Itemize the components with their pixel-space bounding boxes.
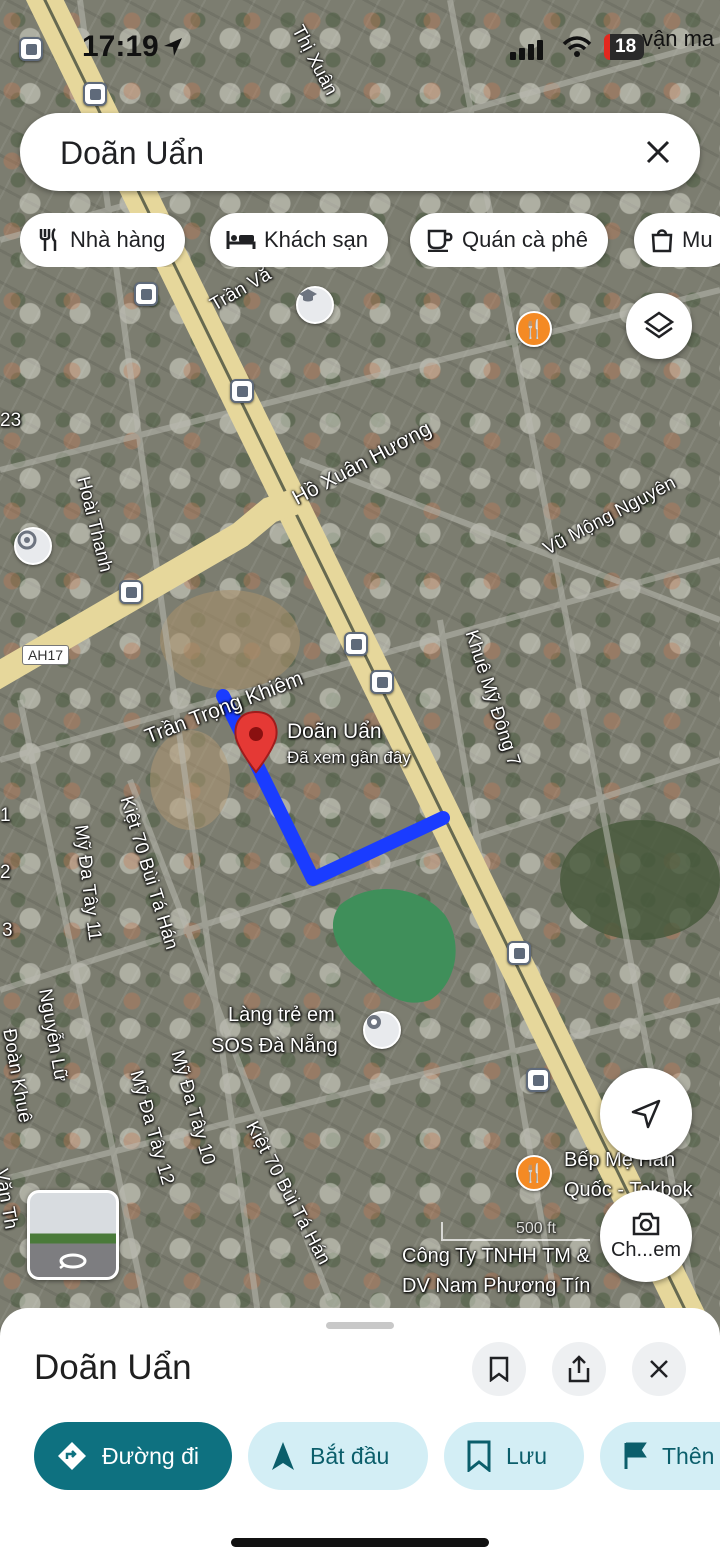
place-pin-icon[interactable] — [234, 710, 278, 774]
close-icon — [650, 1360, 668, 1378]
directions-button[interactable]: Đường đi — [34, 1422, 232, 1490]
bus-stop-icon[interactable] — [526, 1068, 550, 1092]
hotel-icon — [226, 231, 256, 249]
landmark-poi-icon[interactable] — [14, 527, 52, 565]
bus-stop-icon[interactable] — [230, 379, 254, 403]
status-bar: 17:19 18 vận ma — [0, 0, 720, 96]
location-arrow-icon — [164, 38, 182, 56]
close-sheet-button[interactable] — [632, 1342, 686, 1396]
directions-icon — [58, 1442, 86, 1470]
status-carrier: vận ma — [642, 26, 715, 51]
chip-restaurants[interactable]: Nhà hàng — [20, 213, 186, 267]
chip-hotels[interactable]: Khách sạn — [210, 213, 388, 267]
bus-stop-icon[interactable] — [370, 670, 394, 694]
share-icon — [568, 1355, 590, 1383]
action-buttons: Đường đi Bắt đầu Lưu Thên — [0, 1422, 720, 1490]
bus-stop-icon[interactable] — [134, 282, 158, 306]
place-label[interactable]: Công Ty TNHH TM & — [402, 1244, 590, 1268]
pin-subtitle: Đã xem gần đây — [287, 748, 411, 767]
chip-label: Mu — [682, 227, 713, 252]
place-label[interactable]: SOS Đà Nẵng — [211, 1034, 338, 1058]
chip-label: Khách sạn — [264, 227, 368, 252]
restaurant-poi-icon[interactable]: 🍴 — [516, 1155, 552, 1191]
scale-label: 500 ft — [516, 1220, 557, 1237]
place-label[interactable]: DV Nam Phương Tín — [402, 1274, 590, 1298]
layers-icon — [643, 311, 675, 339]
chip-label: Nhà hàng — [70, 227, 166, 252]
chip-shopping[interactable]: Mu — [634, 213, 720, 267]
action-label: Bắt đầu — [310, 1442, 390, 1469]
school-poi-icon[interactable] — [296, 286, 334, 324]
battery-level: 18 — [615, 36, 637, 57]
lens-button[interactable]: Ch...em — [600, 1190, 692, 1282]
shopping-icon — [651, 229, 673, 253]
my-location-button[interactable] — [600, 1068, 692, 1160]
start-button[interactable]: Bắt đầu — [248, 1422, 428, 1490]
street-view-thumbnail[interactable] — [27, 1190, 119, 1280]
navigation-icon — [272, 1442, 294, 1470]
coffee-icon — [427, 229, 453, 252]
bookmark-icon — [467, 1440, 491, 1472]
status-time: 17:19 — [82, 30, 159, 63]
clear-search-button[interactable] — [638, 132, 678, 172]
bookmark-icon — [489, 1356, 509, 1382]
share-button[interactable] — [552, 1342, 606, 1396]
place-sheet[interactable]: Doãn Uẩn Đường đi Bắt đầu Lưu Thên — [0, 1308, 720, 1560]
add-more-button[interactable]: Thên — [600, 1422, 720, 1490]
pin-title[interactable]: Doãn Uẩn — [287, 720, 382, 744]
street-label: 3 — [2, 920, 13, 941]
camera-icon — [632, 1212, 660, 1235]
battery-icon: 18 — [604, 34, 644, 60]
action-label: Thên — [662, 1442, 715, 1469]
rotate-360-icon — [59, 1253, 87, 1269]
place-title: Doãn Uẩn — [34, 1348, 192, 1387]
save-button[interactable]: Lưu — [444, 1422, 584, 1490]
route-shield: AH17 — [22, 645, 70, 665]
bus-stop-icon[interactable] — [119, 580, 143, 604]
sheet-drag-handle[interactable] — [326, 1322, 394, 1329]
restaurant-poi-icon[interactable]: 🍴 — [516, 311, 552, 347]
layers-button[interactable] — [626, 293, 692, 359]
save-icon-button[interactable] — [472, 1342, 526, 1396]
street-label: 1 — [0, 805, 11, 826]
action-label: Đường đi — [102, 1442, 199, 1469]
search-input[interactable]: Doãn Uẩn — [60, 135, 204, 172]
location-arrow-icon — [631, 1099, 661, 1129]
chip-label: Quán cà phê — [462, 227, 588, 252]
street-label: 2 — [0, 862, 11, 883]
bus-stop-icon[interactable] — [344, 632, 368, 656]
place-poi-icon[interactable] — [363, 1011, 401, 1049]
place-label[interactable]: Làng trẻ em — [228, 1003, 335, 1027]
signal-icon — [510, 40, 543, 60]
bus-stop-icon[interactable] — [507, 941, 531, 965]
home-indicator — [231, 1538, 489, 1547]
street-label: 23 — [0, 410, 22, 431]
wifi-icon — [562, 36, 592, 57]
flag-icon — [624, 1442, 647, 1469]
search-bar[interactable]: Doãn Uẩn — [20, 113, 700, 191]
close-icon — [646, 140, 670, 164]
category-chips: Nhà hàng Khách sạn Quán cà phê Mu — [20, 213, 720, 267]
action-label: Lưu — [506, 1442, 547, 1469]
chip-coffee[interactable]: Quán cà phê — [410, 213, 608, 267]
restaurant-icon — [39, 227, 57, 251]
pond — [332, 888, 456, 1003]
lens-label: Ch...em — [610, 1238, 682, 1261]
